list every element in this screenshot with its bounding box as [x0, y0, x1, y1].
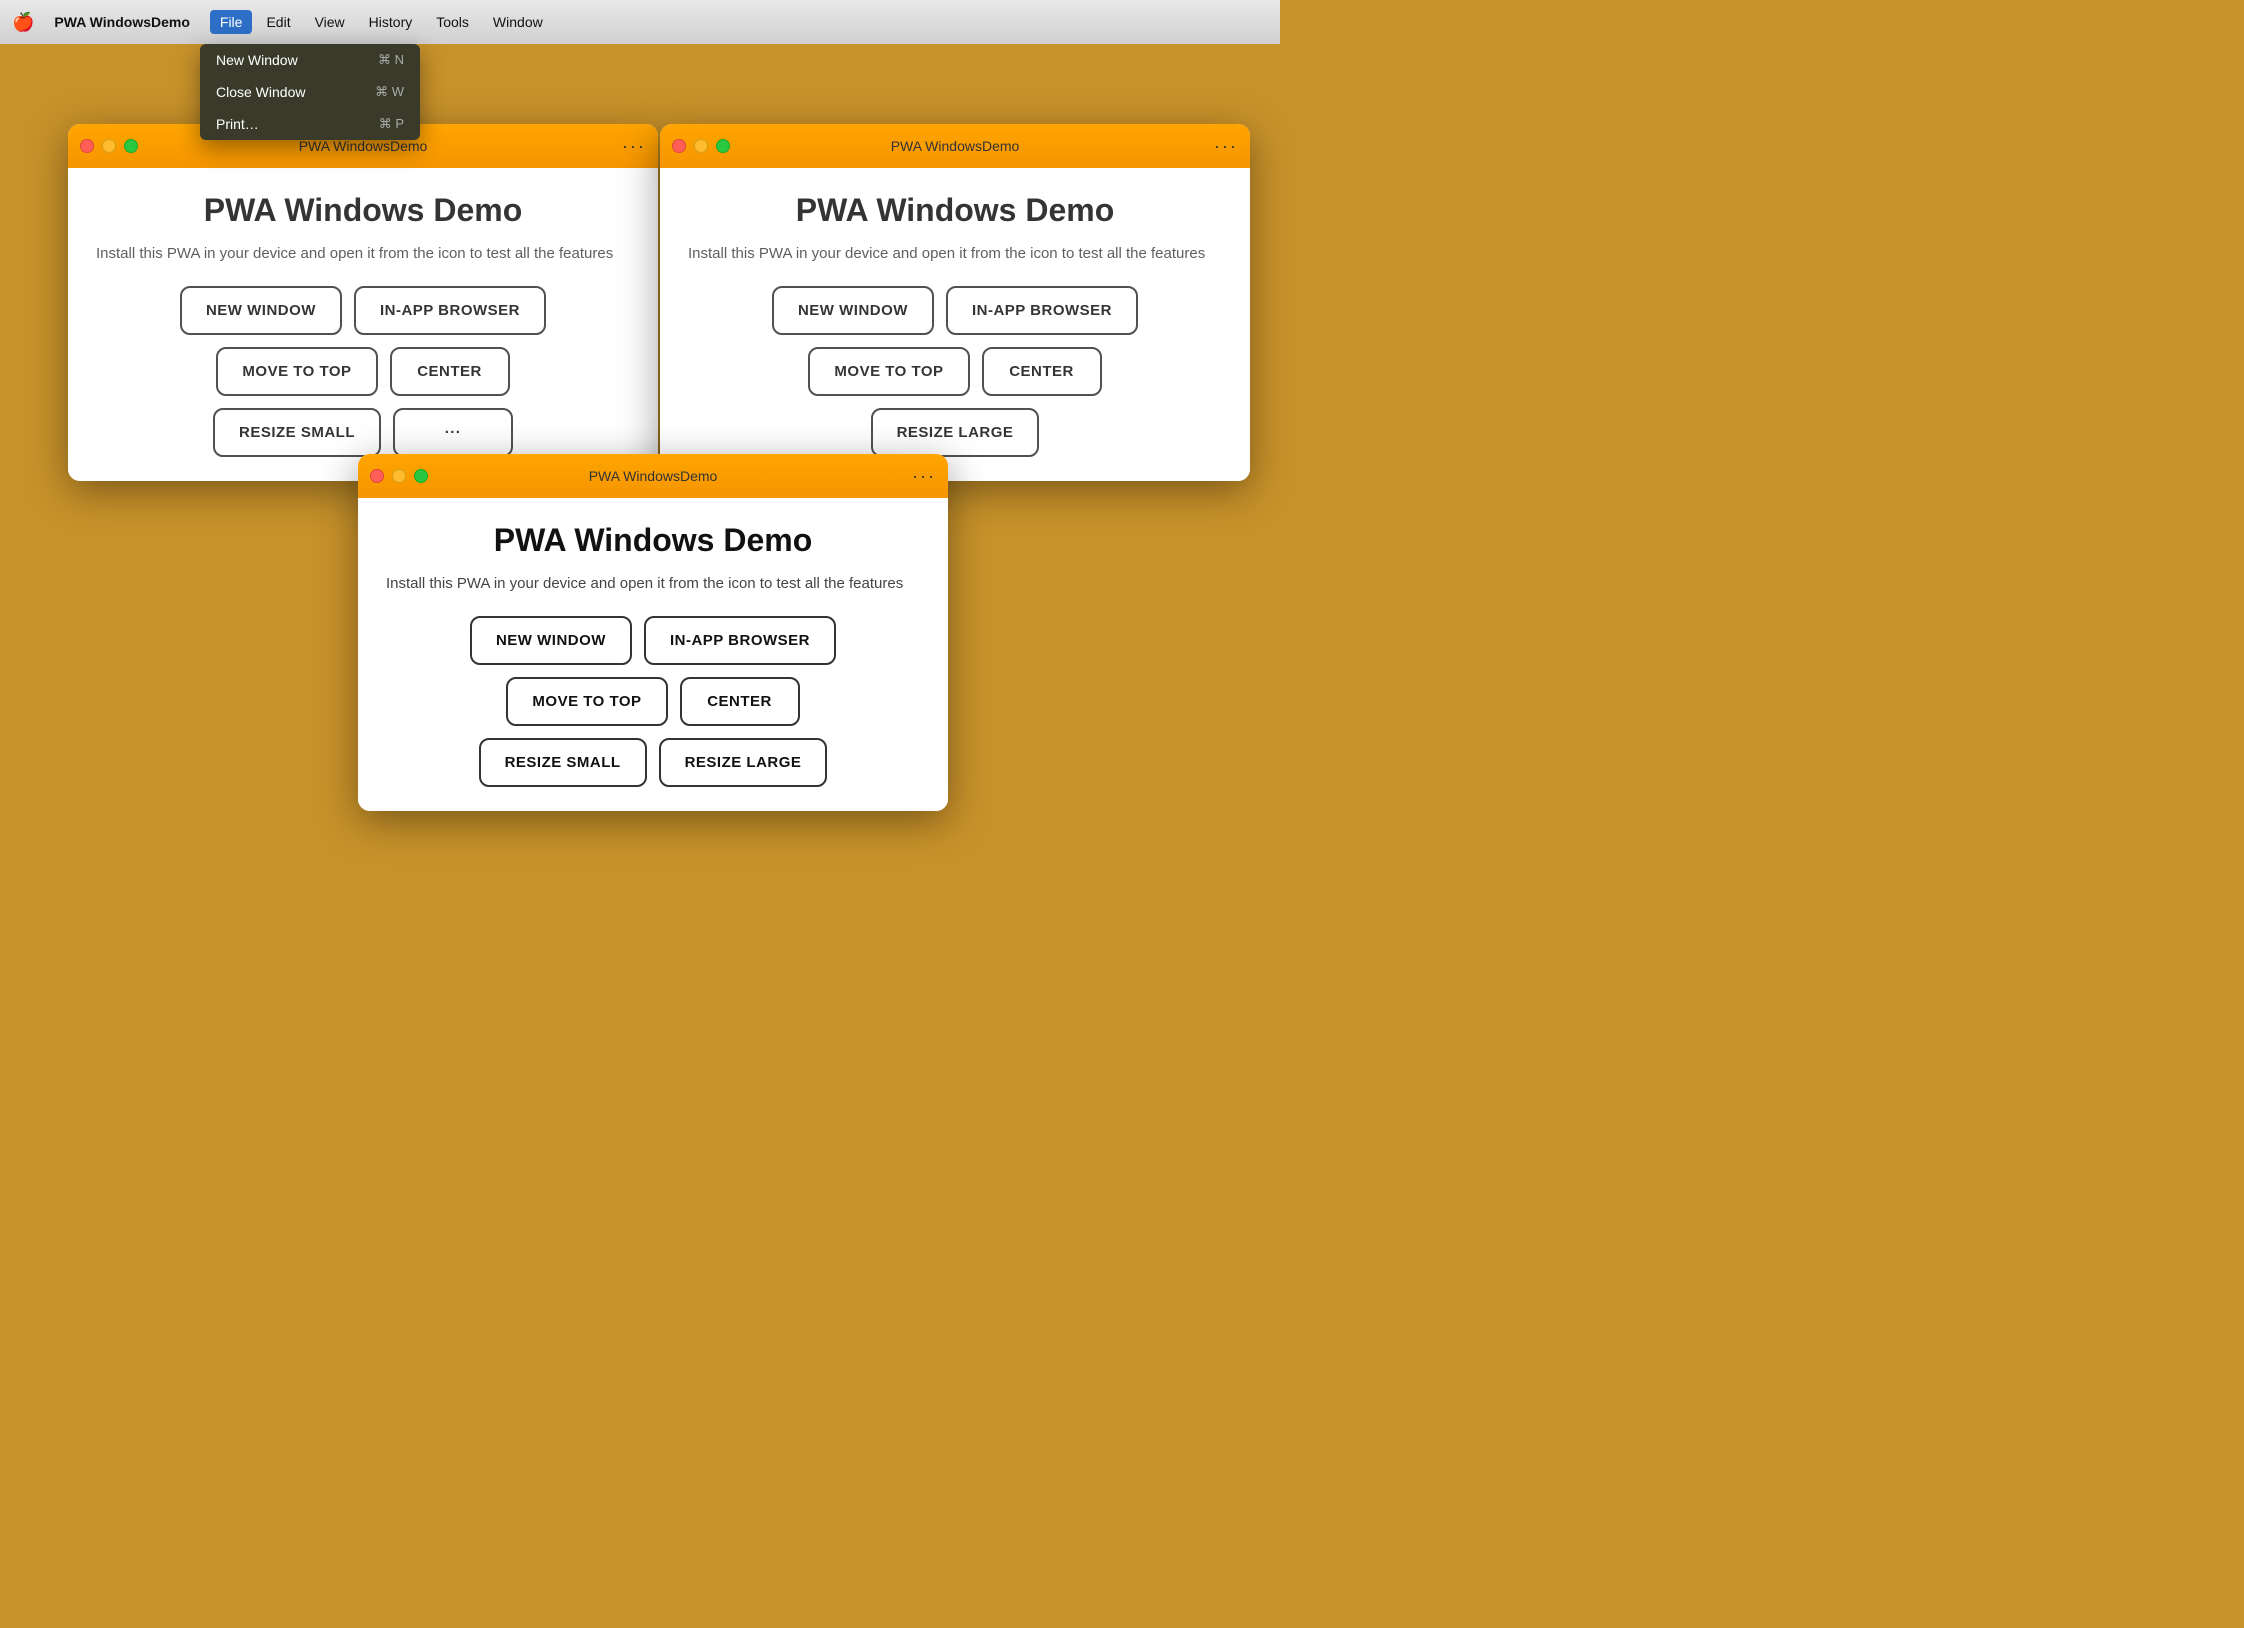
resize-large-btn-2[interactable]: RESIZE LARGE: [871, 408, 1040, 457]
fullscreen-button-1[interactable]: [124, 139, 138, 153]
menu-history[interactable]: History: [359, 10, 423, 34]
print-label: Print…: [216, 116, 259, 132]
traffic-lights-1: [80, 139, 138, 153]
btn-row-3-3: RESIZE SMALL RESIZE LARGE: [479, 738, 828, 787]
menu-new-window[interactable]: New Window ⌘ N: [200, 44, 420, 76]
move-to-top-btn-1[interactable]: MOVE TO TOP: [216, 347, 377, 396]
file-dropdown-menu: New Window ⌘ N Close Window ⌘ W Print… ⌘…: [200, 44, 420, 140]
new-window-btn-3[interactable]: NEW WINDOW: [470, 616, 632, 665]
menu-close-window[interactable]: Close Window ⌘ W: [200, 76, 420, 108]
button-grid-3: NEW WINDOW IN-APP BROWSER MOVE TO TOP CE…: [386, 616, 920, 787]
more-btn-1[interactable]: ···: [393, 408, 513, 457]
move-to-top-btn-2[interactable]: MOVE TO TOP: [808, 347, 969, 396]
traffic-lights-2: [672, 139, 730, 153]
new-window-btn-1[interactable]: NEW WINDOW: [180, 286, 342, 335]
minimize-button-3[interactable]: [392, 469, 406, 483]
btn-row-2-1: NEW WINDOW IN-APP BROWSER: [772, 286, 1138, 335]
pwa-app-title-2: PWA Windows Demo: [688, 192, 1222, 229]
pwa-content-2: PWA Windows Demo Install this PWA in you…: [660, 168, 1250, 481]
menu-tools[interactable]: Tools: [426, 10, 479, 34]
in-app-browser-btn-3[interactable]: IN-APP BROWSER: [644, 616, 836, 665]
pwa-window-3: PWA WindowsDemo ··· PWA Windows Demo Ins…: [358, 454, 948, 811]
new-window-label: New Window: [216, 52, 298, 68]
in-app-browser-btn-1[interactable]: IN-APP BROWSER: [354, 286, 546, 335]
close-button-1[interactable]: [80, 139, 94, 153]
btn-row-3-2: MOVE TO TOP CENTER: [506, 677, 799, 726]
pwa-content-3: PWA Windows Demo Install this PWA in you…: [358, 498, 948, 811]
pwa-desc-3: Install this PWA in your device and open…: [386, 573, 920, 596]
pwa-app-title-3: PWA Windows Demo: [386, 522, 920, 559]
in-app-browser-btn-2[interactable]: IN-APP BROWSER: [946, 286, 1138, 335]
resize-small-btn-1[interactable]: RESIZE SMALL: [213, 408, 381, 457]
menu-print[interactable]: Print… ⌘ P: [200, 108, 420, 140]
center-btn-1[interactable]: CENTER: [390, 347, 510, 396]
btn-row-3-1: NEW WINDOW IN-APP BROWSER: [470, 616, 836, 665]
close-window-label: Close Window: [216, 84, 305, 100]
pwa-desc-2: Install this PWA in your device and open…: [688, 243, 1222, 266]
titlebar-2: PWA WindowsDemo ···: [660, 124, 1250, 168]
pwa-window-1: PWA WindowsDemo ··· PWA Windows Demo Ins…: [68, 124, 658, 481]
window-title-3: PWA WindowsDemo: [589, 468, 718, 484]
button-grid-1: NEW WINDOW IN-APP BROWSER MOVE TO TOP CE…: [96, 286, 630, 457]
fullscreen-button-3[interactable]: [414, 469, 428, 483]
new-window-btn-2[interactable]: NEW WINDOW: [772, 286, 934, 335]
btn-row-2-3: RESIZE LARGE: [871, 408, 1040, 457]
center-btn-2[interactable]: CENTER: [982, 347, 1102, 396]
move-to-top-btn-3[interactable]: MOVE TO TOP: [506, 677, 667, 726]
center-btn-3[interactable]: CENTER: [680, 677, 800, 726]
minimize-button-2[interactable]: [694, 139, 708, 153]
close-button-2[interactable]: [672, 139, 686, 153]
button-grid-2: NEW WINDOW IN-APP BROWSER MOVE TO TOP CE…: [688, 286, 1222, 457]
window-title-2: PWA WindowsDemo: [891, 138, 1020, 154]
window-menu-2[interactable]: ···: [1214, 136, 1238, 157]
desktop: PWA WindowsDemo ··· PWA Windows Demo Ins…: [0, 44, 1280, 900]
print-shortcut: ⌘ P: [379, 116, 404, 132]
menu-file[interactable]: File: [210, 10, 253, 34]
minimize-button-1[interactable]: [102, 139, 116, 153]
fullscreen-button-2[interactable]: [716, 139, 730, 153]
app-name-label: PWA WindowsDemo: [46, 10, 197, 34]
traffic-lights-3: [370, 469, 428, 483]
titlebar-3: PWA WindowsDemo ···: [358, 454, 948, 498]
btn-row-1-3: RESIZE SMALL ···: [213, 408, 513, 457]
pwa-window-2: PWA WindowsDemo ··· PWA Windows Demo Ins…: [660, 124, 1250, 481]
window-menu-3[interactable]: ···: [912, 466, 936, 487]
pwa-desc-1: Install this PWA in your device and open…: [96, 243, 630, 266]
btn-row-2-2: MOVE TO TOP CENTER: [808, 347, 1101, 396]
close-button-3[interactable]: [370, 469, 384, 483]
pwa-content-1: PWA Windows Demo Install this PWA in you…: [68, 168, 658, 481]
btn-row-1-1: NEW WINDOW IN-APP BROWSER: [180, 286, 546, 335]
window-title-1: PWA WindowsDemo: [299, 138, 428, 154]
close-window-shortcut: ⌘ W: [375, 84, 404, 100]
apple-menu-icon[interactable]: 🍎: [12, 12, 34, 33]
resize-small-btn-3[interactable]: RESIZE SMALL: [479, 738, 647, 787]
menubar: 🍎 PWA WindowsDemo File Edit View History…: [0, 0, 1280, 44]
menu-window[interactable]: Window: [483, 10, 553, 34]
pwa-app-title-1: PWA Windows Demo: [96, 192, 630, 229]
new-window-shortcut: ⌘ N: [378, 52, 404, 68]
menu-edit[interactable]: Edit: [256, 10, 300, 34]
resize-large-btn-3[interactable]: RESIZE LARGE: [659, 738, 828, 787]
menu-view[interactable]: View: [305, 10, 355, 34]
window-menu-1[interactable]: ···: [622, 136, 646, 157]
btn-row-1-2: MOVE TO TOP CENTER: [216, 347, 509, 396]
